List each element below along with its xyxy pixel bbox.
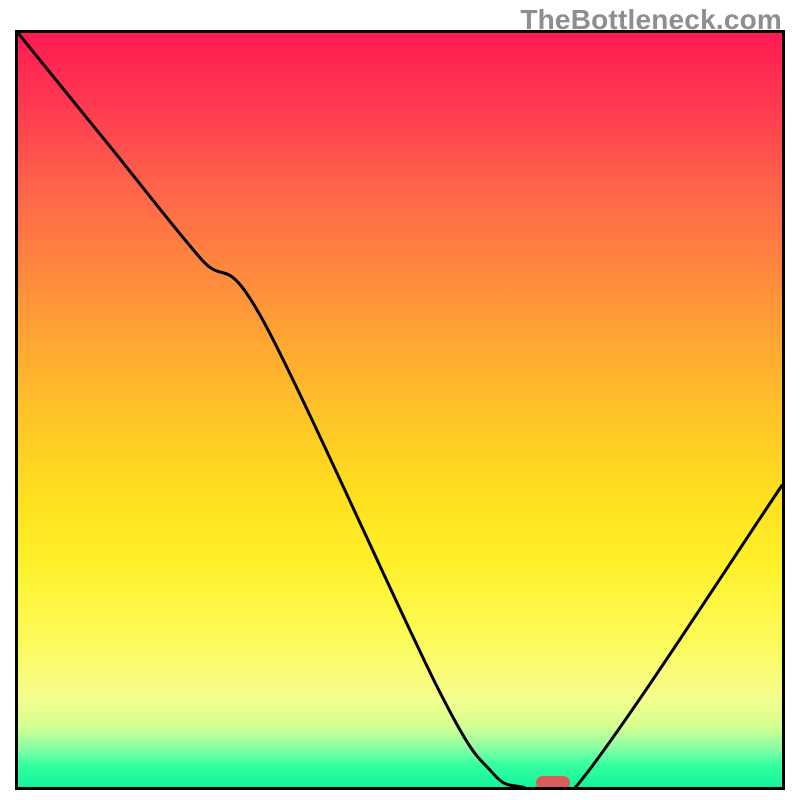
plot-frame — [15, 30, 785, 790]
chart-container: TheBottleneck.com — [0, 0, 800, 800]
optimum-marker — [536, 776, 570, 790]
bottleneck-curve — [18, 33, 782, 787]
curve-path — [18, 33, 782, 787]
